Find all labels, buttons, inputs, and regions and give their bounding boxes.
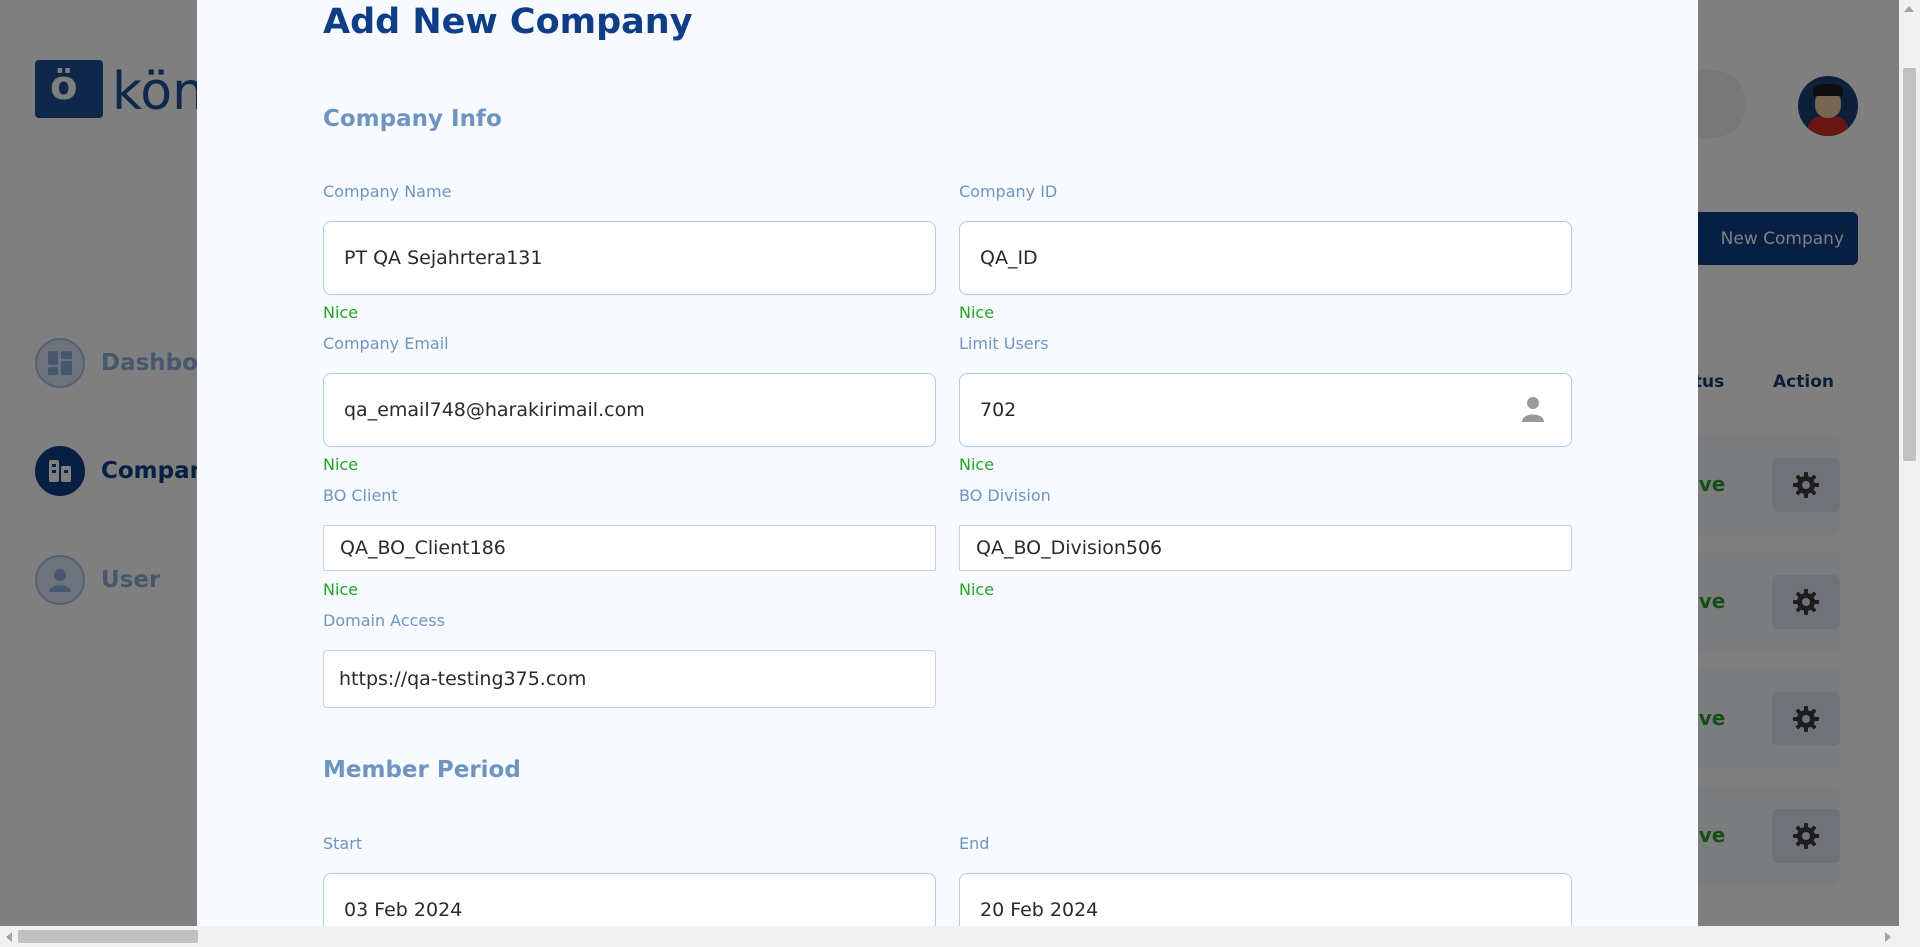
modal-title: Add New Company — [323, 2, 693, 42]
company-email-label: Company Email — [323, 334, 449, 353]
vertical-scrollbar[interactable] — [1899, 0, 1920, 947]
horizontal-scroll-thumb[interactable] — [18, 930, 198, 943]
company-name-hint: Nice — [323, 303, 359, 322]
bo-division-field[interactable]: QA_BO_Division506 — [959, 525, 1572, 571]
horizontal-scrollbar[interactable] — [0, 926, 1899, 947]
company-email-value: qa_email748@harakirimail.com — [344, 399, 645, 421]
add-company-modal: Add New Company Company Info Company Nam… — [197, 0, 1698, 926]
person-icon — [1522, 397, 1544, 422]
domain-access-field[interactable]: https://qa-testing375.com — [323, 650, 936, 708]
bo-client-hint: Nice — [323, 580, 359, 599]
company-id-value: QA_ID — [980, 247, 1038, 269]
company-id-label: Company ID — [959, 182, 1058, 201]
company-email-hint: Nice — [323, 455, 359, 474]
end-date-label: End — [959, 834, 990, 853]
scroll-left-arrow-icon[interactable] — [6, 932, 12, 942]
scroll-up-arrow-icon[interactable] — [1904, 6, 1914, 12]
bo-division-hint: Nice — [959, 580, 995, 599]
scroll-right-arrow-icon[interactable] — [1885, 932, 1891, 942]
company-id-field[interactable]: QA_ID — [959, 221, 1572, 295]
end-date-field[interactable]: 20 Feb 2024 — [959, 873, 1572, 926]
limit-users-hint: Nice — [959, 455, 995, 474]
company-name-label: Company Name — [323, 182, 452, 201]
bo-client-label: BO Client — [323, 486, 398, 505]
bo-client-value: QA_BO_Client186 — [340, 537, 506, 559]
limit-users-label: Limit Users — [959, 334, 1049, 353]
bo-division-value: QA_BO_Division506 — [976, 537, 1163, 559]
company-id-hint: Nice — [959, 303, 995, 322]
domain-access-label: Domain Access — [323, 611, 445, 630]
company-name-value: PT QA Sejahrtera131 — [344, 247, 543, 269]
limit-users-field[interactable]: 702 — [959, 373, 1572, 447]
company-name-field[interactable]: PT QA Sejahrtera131 — [323, 221, 936, 295]
bo-client-field[interactable]: QA_BO_Client186 — [323, 525, 936, 571]
start-date-label: Start — [323, 834, 363, 853]
vertical-scroll-thumb[interactable] — [1903, 68, 1916, 461]
bo-division-label: BO Division — [959, 486, 1051, 505]
domain-access-value: https://qa-testing375.com — [339, 668, 587, 690]
section-title-member-period: Member Period — [323, 757, 521, 783]
company-email-field[interactable]: qa_email748@harakirimail.com — [323, 373, 936, 447]
section-title-company-info: Company Info — [323, 106, 502, 132]
limit-users-value: 702 — [980, 399, 1017, 421]
start-date-value: 03 Feb 2024 — [344, 899, 463, 921]
start-date-field[interactable]: 03 Feb 2024 — [323, 873, 936, 926]
end-date-value: 20 Feb 2024 — [980, 899, 1099, 921]
